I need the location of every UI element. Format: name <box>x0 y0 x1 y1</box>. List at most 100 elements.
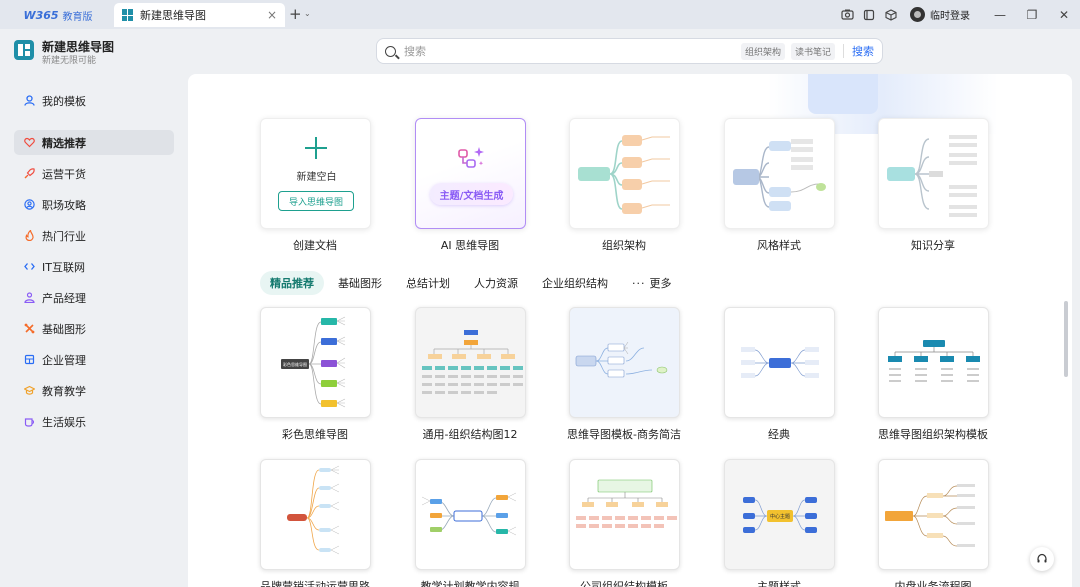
knowledge-share-thumbnail <box>887 135 977 217</box>
sidebar-item-label: 职场攻略 <box>42 198 86 212</box>
template-card[interactable] <box>415 459 526 570</box>
template-thumb-text: 中心主题 <box>770 513 790 520</box>
template-thumbnail <box>576 479 677 528</box>
minimize-icon[interactable]: — <box>984 8 1016 22</box>
sidebar-item-label: 我的模板 <box>42 94 86 108</box>
brand-tab[interactable]: W365 教育版 <box>6 4 110 26</box>
tab-more[interactable]: ··· 更多 <box>622 271 682 295</box>
search-bar: 组织架构 读书笔记 搜索 <box>376 38 883 64</box>
close-window-icon[interactable]: ✕ <box>1048 8 1080 22</box>
heart-icon <box>24 137 35 148</box>
close-tab-icon[interactable]: × <box>267 8 277 22</box>
card-label: 知识分享 <box>911 239 955 252</box>
create-document-card[interactable]: 新建空白 导入思维导图 <box>260 118 371 229</box>
template-card[interactable] <box>878 459 989 570</box>
template-card[interactable] <box>260 459 371 570</box>
flame-icon <box>25 230 34 241</box>
template-card[interactable] <box>724 307 835 418</box>
sidebar-item-it-internet[interactable]: IT互联网 <box>14 254 174 279</box>
template-thumbnail: 彩色思维导图 <box>281 316 346 408</box>
search-divider <box>843 44 844 58</box>
template-card[interactable]: 中心主题 <box>724 459 835 570</box>
style-thumbnail <box>733 139 826 211</box>
template-label: 通用-组织结构图12 <box>422 428 518 441</box>
title-bar: W365 教育版 新建思维导图 × + ⌄ 临时登录 — ❐ ✕ <box>0 0 1080 29</box>
card-label: AI 思维导图 <box>440 239 500 252</box>
tab-org-structure[interactable]: 企业组织结构 <box>532 271 618 295</box>
template-label: 主题样式 <box>757 580 801 587</box>
ai-generate-button[interactable]: 主题/文档生成 <box>430 183 513 205</box>
template-label: 内盘业务流程图 <box>894 580 972 587</box>
sidebar-item-hot-industry[interactable]: 热门行业 <box>14 223 174 248</box>
org-structure-card[interactable] <box>569 118 680 229</box>
app-subtitle: 新建无限可能 <box>42 56 97 66</box>
import-mindmap-button[interactable]: 导入思维导图 <box>278 191 354 211</box>
mindmap-app-icon <box>14 40 34 60</box>
search-suggestion-chip[interactable]: 读书笔记 <box>790 42 835 60</box>
sidebar-item-label: 产品经理 <box>42 291 86 305</box>
template-thumbnail: 中心主题 <box>743 497 817 533</box>
template-card[interactable]: 彩色思维导图 <box>260 307 371 418</box>
login-link[interactable]: 临时登录 <box>930 7 970 22</box>
tab-new-mindmap[interactable]: 新建思维导图 × <box>114 3 285 27</box>
code-icon <box>24 263 35 270</box>
user-circle-icon <box>24 199 35 210</box>
new-tab-button[interactable]: + <box>289 5 302 23</box>
decorative-glow <box>808 74 878 114</box>
person-icon <box>24 95 35 106</box>
more-icon: ··· <box>632 277 646 290</box>
template-card[interactable] <box>878 307 989 418</box>
screenshot-icon[interactable] <box>836 4 858 26</box>
scrollbar[interactable] <box>1064 301 1068 377</box>
template-card[interactable] <box>415 307 526 418</box>
search-button[interactable]: 搜索 <box>852 43 874 59</box>
avatar[interactable] <box>910 7 925 22</box>
template-label: 品牌营销活动运营思路 <box>260 580 370 587</box>
sidebar-item-career[interactable]: 职场攻略 <box>14 192 174 217</box>
cube-icon[interactable] <box>880 4 902 26</box>
template-card[interactable] <box>569 307 680 418</box>
window-icon[interactable] <box>858 4 880 26</box>
template-thumbnail <box>885 484 975 547</box>
mindmap-doc-icon <box>122 9 134 21</box>
style-card[interactable] <box>724 118 835 229</box>
sidebar-item-featured[interactable]: 精选推荐 <box>14 130 174 155</box>
brand-logo: W365 <box>23 8 59 22</box>
tab-hr[interactable]: 人力资源 <box>464 271 528 295</box>
titlebar-actions: 临时登录 — ❐ ✕ <box>836 0 1080 29</box>
sidebar-item-label: 教育教学 <box>42 384 86 398</box>
template-card[interactable] <box>569 459 680 570</box>
cup-icon <box>24 418 35 427</box>
card-label: 组织架构 <box>602 239 646 252</box>
knowledge-share-card[interactable] <box>878 118 989 229</box>
ai-mindmap-icon <box>458 147 484 168</box>
sidebar-item-label: 生活娱乐 <box>42 415 86 429</box>
sidebar-item-operations[interactable]: 运营干货 <box>14 161 174 186</box>
tab-featured[interactable]: 精品推荐 <box>260 271 324 295</box>
card-label: 风格样式 <box>757 239 801 252</box>
template-label: 经典 <box>768 428 790 441</box>
search-icon <box>385 45 396 57</box>
app-header: 新建思维导图 新建无限可能 组织架构 读书笔记 搜索 <box>0 29 1080 74</box>
sidebar-item-label: 基础图形 <box>42 322 86 336</box>
customer-service-icon[interactable] <box>1030 547 1054 571</box>
template-thumb-text: 彩色思维导图 <box>283 361 307 367</box>
rocket-icon <box>24 168 35 179</box>
sidebar-item-enterprise[interactable]: 企业管理 <box>14 347 174 372</box>
cross-icon <box>24 323 35 334</box>
search-suggestion-chip[interactable]: 组织架构 <box>740 42 785 60</box>
sidebar-item-product-manager[interactable]: 产品经理 <box>14 285 174 310</box>
card-label: 创建文档 <box>293 239 337 252</box>
category-tabs: 精品推荐 基础图形 总结计划 人力资源 企业组织结构 ··· 更多 <box>260 271 682 295</box>
restore-icon[interactable]: ❐ <box>1016 8 1048 22</box>
ai-mindmap-card[interactable]: 主题/文档生成 <box>415 118 526 229</box>
sidebar-item-basic-shapes[interactable]: 基础图形 <box>14 316 174 341</box>
tab-summary-plan[interactable]: 总结计划 <box>396 271 460 295</box>
sidebar-item-label: 企业管理 <box>42 353 86 367</box>
tab-list-chevron-icon[interactable]: ⌄ <box>304 9 311 18</box>
sidebar-item-lifestyle[interactable]: 生活娱乐 <box>14 409 174 434</box>
search-input[interactable] <box>404 44 735 58</box>
sidebar-item-my-templates[interactable]: 我的模板 <box>14 88 174 113</box>
tab-basic-shapes[interactable]: 基础图形 <box>328 271 392 295</box>
sidebar-item-education[interactable]: 教育教学 <box>14 378 174 403</box>
